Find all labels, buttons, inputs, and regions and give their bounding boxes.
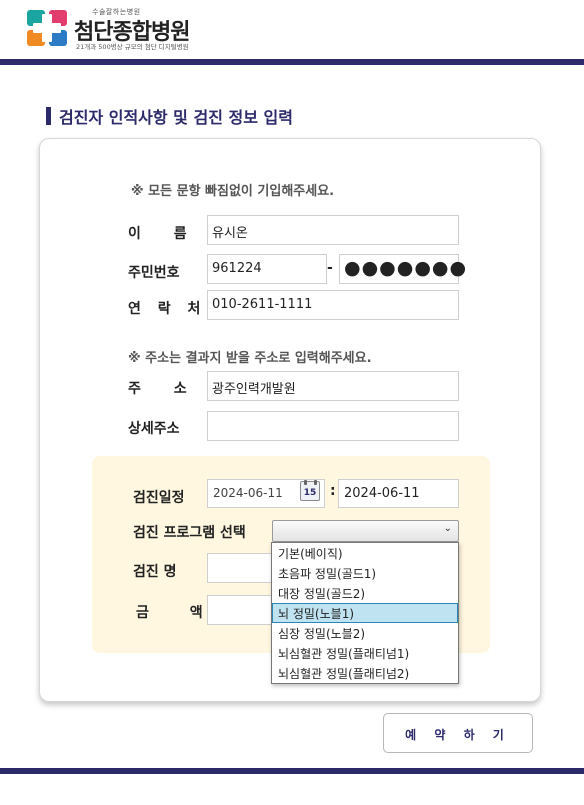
footer-divider-bar xyxy=(0,768,584,774)
program-dropdown-list: 기본(베이직) 초음파 정밀(골드1) 대장 정밀(골드2) 뇌 정밀(노블1)… xyxy=(271,542,459,684)
rrn-front-input[interactable]: 961224 xyxy=(207,254,327,284)
name-label: 이 름 xyxy=(128,226,201,242)
calendar-day-number: 15 xyxy=(303,488,317,498)
hospital-cross-logo-icon xyxy=(27,10,67,46)
rrn-back-input[interactable]: ●●●●●●● xyxy=(339,254,466,284)
address-label: 주 소 xyxy=(128,381,201,397)
exam-date-label: 검진일정 xyxy=(133,490,185,506)
program-option-noble1[interactable]: 뇌 정밀(노블1) xyxy=(272,603,458,623)
program-option-gold2[interactable]: 대장 정밀(골드2) xyxy=(272,583,458,603)
program-select[interactable]: ⌄ xyxy=(272,520,459,542)
calendar-icon[interactable]: 15 xyxy=(300,480,320,501)
program-option-platinum2[interactable]: 뇌심혈관 정밀(플래티넘2) xyxy=(272,663,458,683)
logo-subtitle: 21개과 500병상 규모의 첨단 디지털병원 xyxy=(76,43,189,51)
program-option-basic[interactable]: 기본(베이직) xyxy=(272,543,458,563)
program-option-gold1[interactable]: 초음파 정밀(골드1) xyxy=(272,563,458,583)
rrn-label: 주민번호 xyxy=(128,265,180,281)
exam-name-input[interactable] xyxy=(207,553,277,583)
phone-input[interactable]: 010-2611-1111 xyxy=(207,290,459,320)
section-title-text: 검진자 인적사항 및 검진 정보 입력 xyxy=(59,108,293,127)
program-option-platinum1[interactable]: 뇌심혈관 정밀(플래티넘1) xyxy=(272,643,458,663)
notice-fill-all: ※ 모든 문항 빠짐없이 기입해주세요. xyxy=(131,184,335,199)
section-title: 검진자 인적사항 및 검진 정보 입력 xyxy=(46,103,293,129)
name-input[interactable]: 유시온 xyxy=(207,215,459,245)
detail-address-input[interactable] xyxy=(207,411,459,441)
notice-address: ※ 주소는 결과지 받을 주소로 입력해주세요. xyxy=(128,351,372,366)
exam-name-label: 검진 명 xyxy=(133,564,177,580)
program-select-label: 검진 프로그램 선택 xyxy=(133,525,246,541)
title-marker xyxy=(46,107,51,125)
phone-label: 연 락 처 xyxy=(128,301,207,317)
chevron-down-icon: ⌄ xyxy=(443,523,452,534)
rrn-dash: - xyxy=(327,260,333,276)
header: 수술잘하는병원 첨단종합병원 21개과 500병상 규모의 첨단 디지털병원 xyxy=(0,0,584,60)
program-option-noble2[interactable]: 심장 정밀(노블2) xyxy=(272,623,458,643)
price-input[interactable] xyxy=(207,595,277,625)
header-divider-bar xyxy=(0,59,584,65)
detail-address-label: 상세주소 xyxy=(128,421,180,437)
date-separator: : xyxy=(330,483,336,499)
exam-date-to-input[interactable]: 2024-06-11 xyxy=(338,479,459,508)
address-input[interactable]: 광주인력개발원 xyxy=(207,371,459,401)
reserve-button[interactable]: 예 약 하 기 xyxy=(383,713,533,753)
